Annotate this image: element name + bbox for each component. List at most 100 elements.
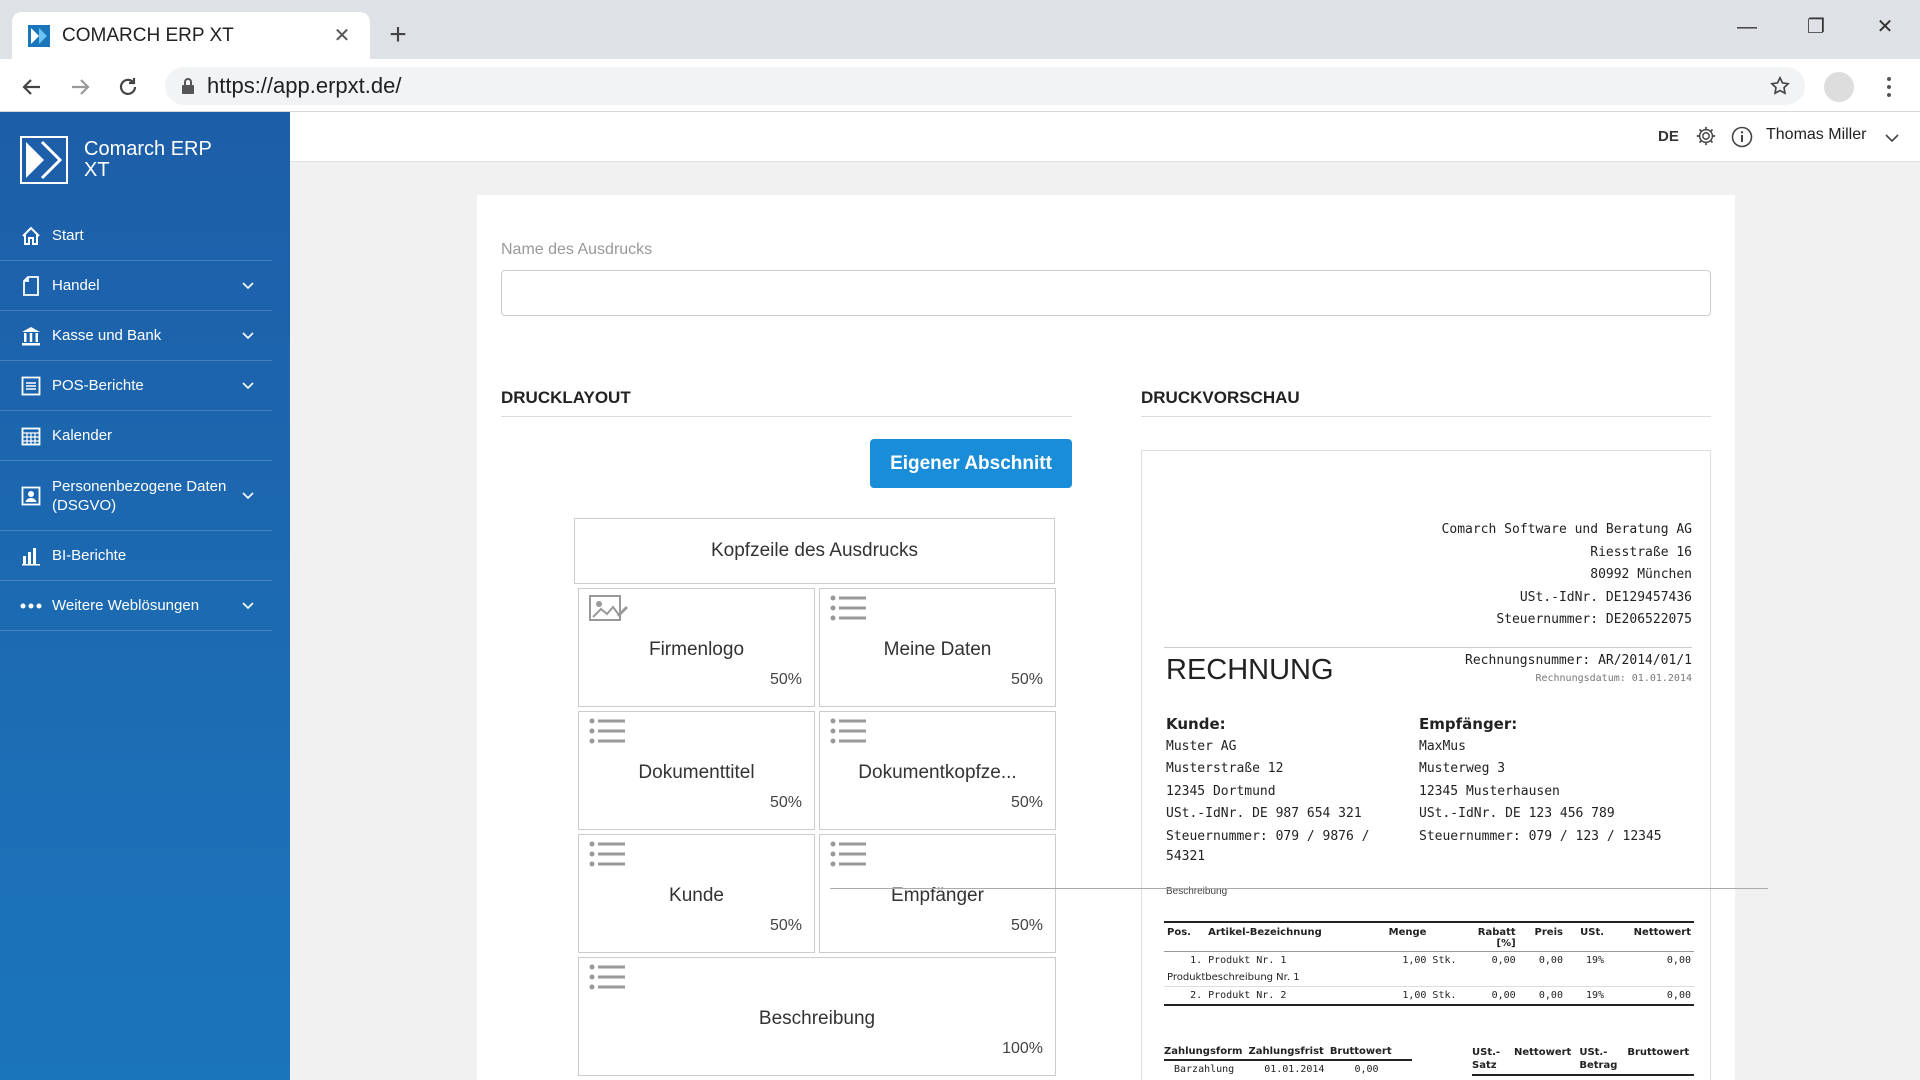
pay-col-gross: Bruttowert bbox=[1329, 1046, 1392, 1057]
cell-vat: 19% bbox=[1565, 986, 1608, 1006]
sidebar-item-weblosungen[interactable]: Weitere Weblösungen bbox=[0, 581, 272, 631]
new-tab-button[interactable]: + bbox=[383, 18, 413, 52]
sidebar-item-kalender[interactable]: Kalender bbox=[0, 411, 272, 461]
preview-table-rule bbox=[1164, 921, 1694, 923]
customer-line: Musterstraße 12 bbox=[1166, 761, 1284, 776]
layout-tile-dokumenttitel[interactable]: Dokumenttitel 50% bbox=[578, 711, 815, 830]
bank-icon bbox=[20, 325, 42, 347]
sidebar-item-bi-berichte[interactable]: BI-Berichte bbox=[0, 531, 272, 581]
info-icon[interactable] bbox=[1731, 126, 1753, 153]
layout-header-block[interactable]: Kopfzeile des Ausdrucks bbox=[574, 518, 1055, 584]
preview-payment-block: Zahlungsform Zahlungsfrist Bruttowert Ba… bbox=[1164, 1046, 1412, 1078]
chevron-down-icon bbox=[242, 281, 254, 290]
cell-discount: 0,00 bbox=[1470, 986, 1519, 1006]
col-qty: Menge bbox=[1369, 925, 1430, 952]
recipient-line: Steuernummer: 079 / 123 / 12345 bbox=[1419, 828, 1662, 844]
table-row: 1. Produkt Nr. 1 1,00 Stk. 0,00 0,00 19%… bbox=[1164, 952, 1694, 970]
pay-gross: 0,00 bbox=[1354, 1064, 1379, 1075]
layout-header-label: Kopfzeile des Ausdrucks bbox=[710, 540, 918, 561]
url-text: https://app.erpxt.de/ bbox=[207, 73, 402, 98]
company-line: Comarch Software und Beratung AG bbox=[1441, 522, 1692, 537]
layout-section-title: DRUCKLAYOUT bbox=[501, 388, 1072, 417]
tile-width-pct: 50% bbox=[769, 794, 802, 811]
gear-icon[interactable] bbox=[1695, 125, 1717, 152]
vat-col-amount: USt.- Betrag bbox=[1579, 1047, 1618, 1071]
user-name[interactable]: Thomas Miller bbox=[1766, 126, 1866, 144]
cell-qty: 1,00 bbox=[1402, 955, 1427, 966]
cell-pos: 1. bbox=[1190, 955, 1203, 966]
company-line: Riesstraße 16 bbox=[1590, 544, 1692, 560]
preview-vat-summary: USt.- Satz Nettowert USt.- Betrag Brutto… bbox=[1472, 1046, 1694, 1076]
sidebar-item-handel[interactable]: Handel bbox=[0, 261, 272, 311]
chevron-down-icon bbox=[242, 331, 254, 340]
layout-tile-beschreibung[interactable]: Beschreibung 100% bbox=[578, 957, 1056, 1076]
minimize-button[interactable]: — bbox=[1722, 10, 1772, 44]
sidebar-item-label: Kasse und Bank bbox=[52, 327, 162, 344]
payment-row: Barzahlung 01.01.2014 0,00 bbox=[1164, 1061, 1412, 1078]
preview-doc-title: RECHNUNG bbox=[1166, 654, 1334, 686]
cell-net: 0,00 bbox=[1666, 955, 1691, 966]
cell-qty: 1,00 bbox=[1369, 986, 1430, 1006]
forward-button[interactable] bbox=[62, 69, 98, 105]
drag-guide-line bbox=[830, 888, 1768, 889]
sidebar-item-label: Start bbox=[52, 227, 84, 244]
sidebar-item-kasse-bank[interactable]: Kasse und Bank bbox=[0, 311, 272, 361]
tab-close-icon[interactable]: ✕ bbox=[330, 23, 354, 48]
pay-deadline: 01.01.2014 bbox=[1264, 1064, 1325, 1075]
tab-title: COMARCH ERP XT bbox=[62, 24, 234, 46]
company-line: 80992 München bbox=[1590, 567, 1692, 582]
tile-name: Firmenlogo bbox=[648, 639, 745, 660]
preview-recipient-block: Empfänger: MaxMus Musterweg 3 12345 Must… bbox=[1419, 713, 1699, 848]
layout-tile-empfaenger[interactable]: Empfänger 50% bbox=[819, 834, 1056, 953]
layout-tile-firmenlogo[interactable]: Firmenlogo 50% bbox=[578, 588, 815, 707]
customer-heading: Kunde: bbox=[1166, 715, 1226, 733]
chevron-down-icon bbox=[242, 601, 254, 610]
sidebar-item-pos-berichte[interactable]: POS-Berichte bbox=[0, 361, 272, 411]
preview-company-block: Comarch Software und Beratung AG Riesstr… bbox=[1442, 519, 1692, 632]
payment-header: Zahlungsform Zahlungsfrist Bruttowert bbox=[1164, 1046, 1412, 1061]
lock-icon bbox=[181, 77, 195, 95]
layout-tile-kunde[interactable]: Kunde 50% bbox=[578, 834, 815, 953]
sidebar-item-label: Weitere Weblösungen bbox=[52, 597, 200, 614]
chevron-down-icon[interactable] bbox=[1885, 130, 1899, 148]
address-bar[interactable]: https://app.erpxt.de/ bbox=[165, 67, 1805, 105]
customer-line: USt.-IdNr. DE 987 654 321 bbox=[1166, 806, 1362, 821]
brand-name: Comarch ERP XT bbox=[84, 138, 212, 181]
reload-button[interactable] bbox=[110, 69, 146, 105]
browser-menu-icon[interactable] bbox=[1878, 70, 1900, 104]
sidebar-item-start[interactable]: Start bbox=[0, 211, 272, 261]
list-icon bbox=[589, 841, 625, 872]
browser-toolbar: https://app.erpxt.de/ bbox=[0, 59, 1920, 112]
back-button[interactable] bbox=[14, 69, 50, 105]
own-section-button[interactable]: Eigener Abschnitt bbox=[870, 439, 1072, 488]
print-name-label: Name des Ausdrucks bbox=[501, 241, 653, 258]
table-row-description: Produktbeschreibung Nr. 1 bbox=[1164, 969, 1694, 987]
layout-tile-meine-daten[interactable]: Meine Daten 50% bbox=[819, 588, 1056, 707]
tile-width-pct: 50% bbox=[769, 671, 802, 688]
customer-line: 54321 bbox=[1166, 849, 1206, 864]
restore-button[interactable]: ❐ bbox=[1791, 10, 1841, 44]
list-icon bbox=[830, 595, 866, 626]
pay-col-form: Zahlungsform bbox=[1164, 1046, 1243, 1057]
profile-avatar[interactable] bbox=[1824, 72, 1854, 102]
sidebar-item-dsgvo[interactable]: Personenbezogene Daten (DSGVO) bbox=[0, 461, 272, 531]
list-icon bbox=[589, 964, 625, 995]
layout-tile-dokumentkopfzeile[interactable]: Dokumentkopfze... 50% bbox=[819, 711, 1056, 830]
col-pos: Pos. bbox=[1164, 925, 1206, 952]
bookmark-star-icon[interactable] bbox=[1769, 75, 1791, 97]
language-switcher[interactable]: DE bbox=[1658, 128, 1679, 145]
cell-net: 0,00 bbox=[1607, 986, 1694, 1006]
document-icon bbox=[20, 275, 42, 297]
window-close-button[interactable]: ✕ bbox=[1860, 10, 1910, 44]
print-name-input[interactable] bbox=[501, 270, 1711, 316]
cell-pos: 2. bbox=[1164, 986, 1206, 1006]
cell-description: Produktbeschreibung Nr. 1 bbox=[1164, 969, 1694, 987]
recipient-line: MaxMus bbox=[1419, 738, 1466, 754]
arrow-left-icon bbox=[22, 79, 40, 95]
customer-line: 12345 Dortmund bbox=[1166, 783, 1276, 799]
vat-col-rate: USt.- Satz bbox=[1472, 1047, 1501, 1071]
calendar-icon bbox=[20, 425, 42, 447]
brand[interactable]: Comarch ERP XT bbox=[20, 136, 234, 184]
browser-tab[interactable]: COMARCH ERP XT ✕ bbox=[12, 12, 370, 59]
list-icon bbox=[830, 718, 866, 749]
